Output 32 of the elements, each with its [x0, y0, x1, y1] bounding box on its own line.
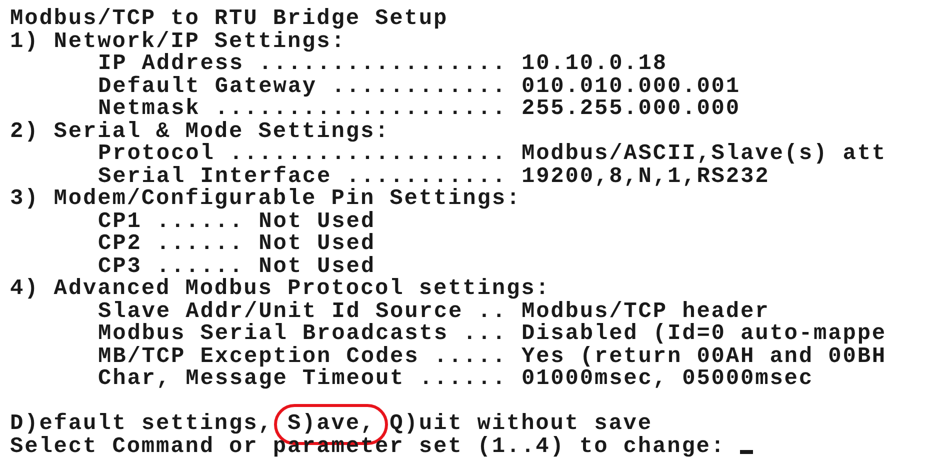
section-heading: 3) Modem/Configurable Pin Settings: [10, 188, 522, 210]
setting-value: 19200,8,N,1,RS232 [521, 166, 770, 188]
setting-value: Not Used [258, 210, 376, 233]
setting-value: 10.10.0.18 [521, 53, 668, 76]
setting-value: 010.010.000.001 [521, 76, 741, 98]
setting-label: Serial Interface ........... [98, 166, 507, 188]
setting-label: Netmask .................... [98, 98, 507, 120]
setting-value: Modbus/ASCII,Slave(s) att [521, 143, 887, 166]
section-heading: 1) Network/IP Settings: [10, 30, 346, 53]
setting-value: Yes (return 00AH and 00BH [521, 346, 887, 368]
setting-label: MB/TCP Exception Codes ..... [98, 346, 507, 368]
setting-value: Not Used [258, 233, 376, 256]
setting-label: Char, Message Timeout ...... [98, 368, 507, 390]
screen-title: Modbus/TCP to RTU Bridge Setup [10, 8, 450, 30]
setting-label: Modbus Serial Broadcasts ... [98, 323, 507, 346]
setting-label: CP3 ...... [98, 256, 244, 278]
setting-label: CP1 ...... [98, 210, 244, 233]
section-heading: 2) Serial & Mode Settings: [10, 120, 391, 143]
setting-label: Protocol ................... [98, 143, 507, 166]
command-option: D)efault settings, [10, 413, 273, 436]
setting-value: Disabled (Id=0 auto-mappe [521, 323, 887, 346]
setting-value: Not Used [258, 256, 376, 278]
section-heading: 4) Advanced Modbus Protocol settings: [10, 278, 552, 300]
setting-value: 01000msec, 05000msec [521, 368, 814, 390]
setting-label: Slave Addr/Unit Id Source .. [98, 300, 507, 323]
command-option: Q)uit without save [390, 413, 652, 436]
cursor-icon [740, 450, 754, 454]
setting-label: CP2 ...... [98, 233, 244, 256]
setting-label: Default Gateway ............ [98, 76, 507, 98]
setting-label: IP Address ................. [98, 53, 507, 76]
setting-value: 255.255.000.000 [521, 98, 741, 120]
setting-value: Modbus/TCP header [521, 300, 770, 323]
